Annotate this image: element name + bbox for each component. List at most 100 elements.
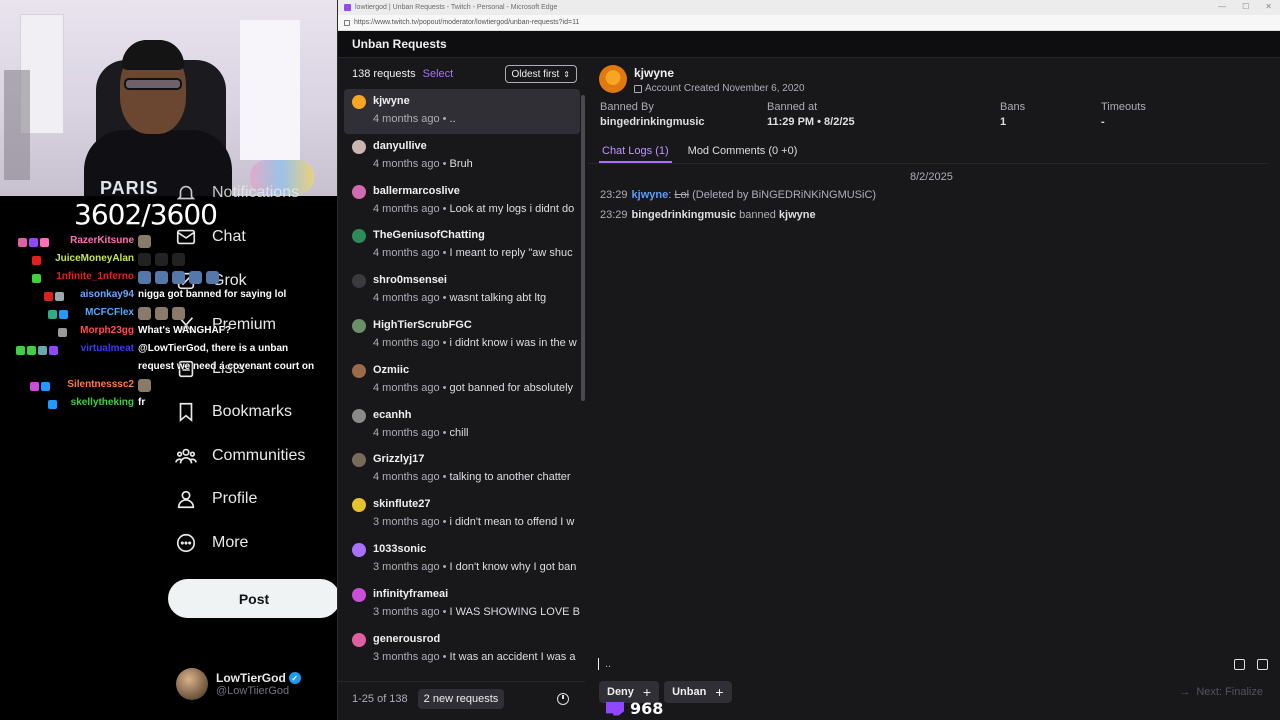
bits-icon <box>606 701 624 716</box>
minimize-icon[interactable]: — <box>1218 2 1226 11</box>
bans-stat: Bans 1 <box>1000 101 1026 128</box>
sort-label: Oldest first <box>511 68 560 80</box>
emote-icon <box>138 235 151 248</box>
twitch-icon <box>344 4 351 11</box>
chat-log-line: 23:29 kjwyne: Lol (Deleted by BiNGEDRiNKi… <box>600 189 877 201</box>
chat-username: skellytheking <box>70 397 134 408</box>
avatar <box>352 587 366 602</box>
avatar <box>352 318 366 333</box>
request-meta: 4 months ago • chill <box>373 426 469 439</box>
list-scrollbar[interactable] <box>581 95 585 401</box>
chat-line: MCFCFlex <box>14 307 334 325</box>
post-button[interactable]: Post <box>168 579 337 618</box>
arrow-right-icon: → <box>1179 686 1191 698</box>
profile-name: LowTierGod <box>216 671 286 685</box>
request-username: danyullive <box>373 139 427 152</box>
chat-line: JuiceMoneyAlan <box>14 253 334 271</box>
list-item[interactable]: Grizzlyj17 4 months ago • talking to anothe… <box>344 447 580 492</box>
next-finalize-button[interactable]: → Next: Finalize <box>1171 681 1271 703</box>
share-icon[interactable] <box>1234 658 1245 670</box>
list-item[interactable]: 1033sonic 3 months ago • I don't know why I… <box>344 537 580 582</box>
chat-username: JuiceMoneyAlan <box>55 253 134 264</box>
list-item[interactable]: shro0msensei 4 months ago • wasnt talking a… <box>344 268 580 313</box>
tab-chat-logs[interactable]: Chat Logs (1) <box>599 145 672 163</box>
select-link[interactable]: Select <box>423 68 454 80</box>
x-nav-profile[interactable]: Profile <box>174 487 257 511</box>
chat-line: 1nfinite_1nferno <box>14 271 334 289</box>
bell-icon <box>174 181 198 205</box>
avatar <box>352 95 366 109</box>
list-item[interactable]: kjwyne 4 months ago •.. <box>344 89 580 134</box>
divider <box>588 163 1268 164</box>
avatar <box>352 453 366 468</box>
more-circle-icon <box>174 531 198 555</box>
x-nav-communities[interactable]: Communities <box>174 444 305 468</box>
url-text: https://www.twitch.tv/popout/moderator/l… <box>354 19 580 26</box>
request-username: shro0msensei <box>373 274 447 287</box>
list-item[interactable]: TheGeniusofChatting 4 months ago • I meant … <box>344 223 580 268</box>
new-requests-button[interactable]: 2 new requests <box>417 688 505 709</box>
list-item[interactable]: HighTierScrubFGC 4 months ago • i didnt kno… <box>344 313 580 358</box>
comment-input[interactable]: .. <box>598 653 1268 675</box>
request-count: 138 requests <box>352 68 416 80</box>
webcam-feed: PARIS <box>0 0 337 196</box>
list-item[interactable]: ecanhh 4 months ago • chill <box>344 403 580 448</box>
verified-badge-icon: ✓ <box>288 672 301 684</box>
log-username[interactable]: kjwyne <box>632 189 669 201</box>
sort-dropdown[interactable]: Oldest first ⇕ <box>504 65 577 83</box>
chat-message: @LowTierGod, there is a unban <box>138 343 289 354</box>
chat-message: request we need a covenant court on <box>138 361 315 372</box>
request-username: HighTierScrubFGC <box>373 318 472 331</box>
timer-icon[interactable] <box>557 692 569 705</box>
chat-line: virtualmeat @LowTierGod, there is a unba… <box>14 343 334 361</box>
avatar <box>352 363 366 378</box>
close-icon[interactable]: ✕ <box>1265 2 1272 11</box>
banned-at-stat: Banned at 11:29 PM • 8/2/25 <box>767 101 855 128</box>
x-nav-label: More <box>212 534 249 551</box>
tab-mod-comments[interactable]: Mod Comments (0 +0) <box>685 145 801 163</box>
comment-icon[interactable] <box>1257 658 1268 670</box>
list-item[interactable]: infinityframeai 3 months ago • I WAS SHOWIN… <box>344 582 580 627</box>
request-username: skinflute27 <box>373 498 431 511</box>
page-title: Unban Requests <box>338 31 1280 58</box>
account-created: Account Created November 6, 2020 <box>645 83 805 94</box>
avatar <box>352 542 366 557</box>
request-meta: 4 months ago • Look at my logs i didnt do <box>373 202 575 215</box>
request-username: Ozmiic <box>373 363 410 376</box>
avatar <box>599 65 627 93</box>
chat-message: fr <box>138 397 146 408</box>
list-item[interactable]: Ozmiic 4 months ago • got banned for absolu… <box>344 358 580 403</box>
request-message: Look at my logs i didnt do <box>449 202 575 215</box>
plus-icon: + <box>642 684 652 700</box>
list-item[interactable]: generousrod 3 months ago • It was an accide… <box>344 627 580 672</box>
list-item[interactable]: ballermarcoslive 4 months ago • Look at my … <box>344 179 580 224</box>
chat-message: nigga got banned for saying lol <box>138 289 287 300</box>
list-item[interactable]: skinflute27 3 months ago • i didn't mean to… <box>344 492 580 537</box>
chat-line: aisonkay94 nigga got banned for saying l… <box>14 289 334 307</box>
request-list: kjwyne 4 months ago •.. danyullive 4 months … <box>344 89 580 681</box>
address-bar[interactable]: https://www.twitch.tv/popout/moderator/l… <box>338 15 1280 31</box>
request-meta: 3 months ago • i didn't mean to offend I w <box>373 516 575 529</box>
detail-username[interactable]: kjwyne <box>634 66 805 80</box>
request-meta: 3 months ago • I don't know why I got ban <box>373 560 577 573</box>
avatar <box>352 632 366 647</box>
unban-button[interactable]: Unban + <box>664 681 732 703</box>
chat-username: MCFCFlex <box>85 307 134 318</box>
avatar <box>176 668 208 700</box>
avatar <box>352 498 366 513</box>
request-username: TheGeniusofChatting <box>373 229 485 242</box>
list-item[interactable]: danyullive 4 months ago • Bruh <box>344 134 580 179</box>
request-message: I meant to reply "aw shuc <box>449 247 573 260</box>
chat-line: request we need a covenant court on <box>14 361 334 379</box>
timeouts-stat: Timeouts - <box>1101 101 1146 128</box>
request-username: ecanhh <box>373 408 412 421</box>
x-nav-more[interactable]: More <box>174 531 248 555</box>
x-nav-label: Profile <box>212 490 258 507</box>
account-switcher[interactable]: LowTierGod ✓ @LowTiierGod <box>176 668 301 700</box>
request-detail-panel: kjwyne Account Created November 6, 2020 … <box>588 59 1280 720</box>
x-nav-notifications[interactable]: Notifications <box>174 181 299 205</box>
log-date: 8/2/2025 <box>910 171 953 183</box>
maximize-icon[interactable]: ☐ <box>1242 2 1249 11</box>
chat-username: Morph23gg <box>80 325 134 336</box>
request-message: i didn't mean to offend I w <box>449 516 575 529</box>
